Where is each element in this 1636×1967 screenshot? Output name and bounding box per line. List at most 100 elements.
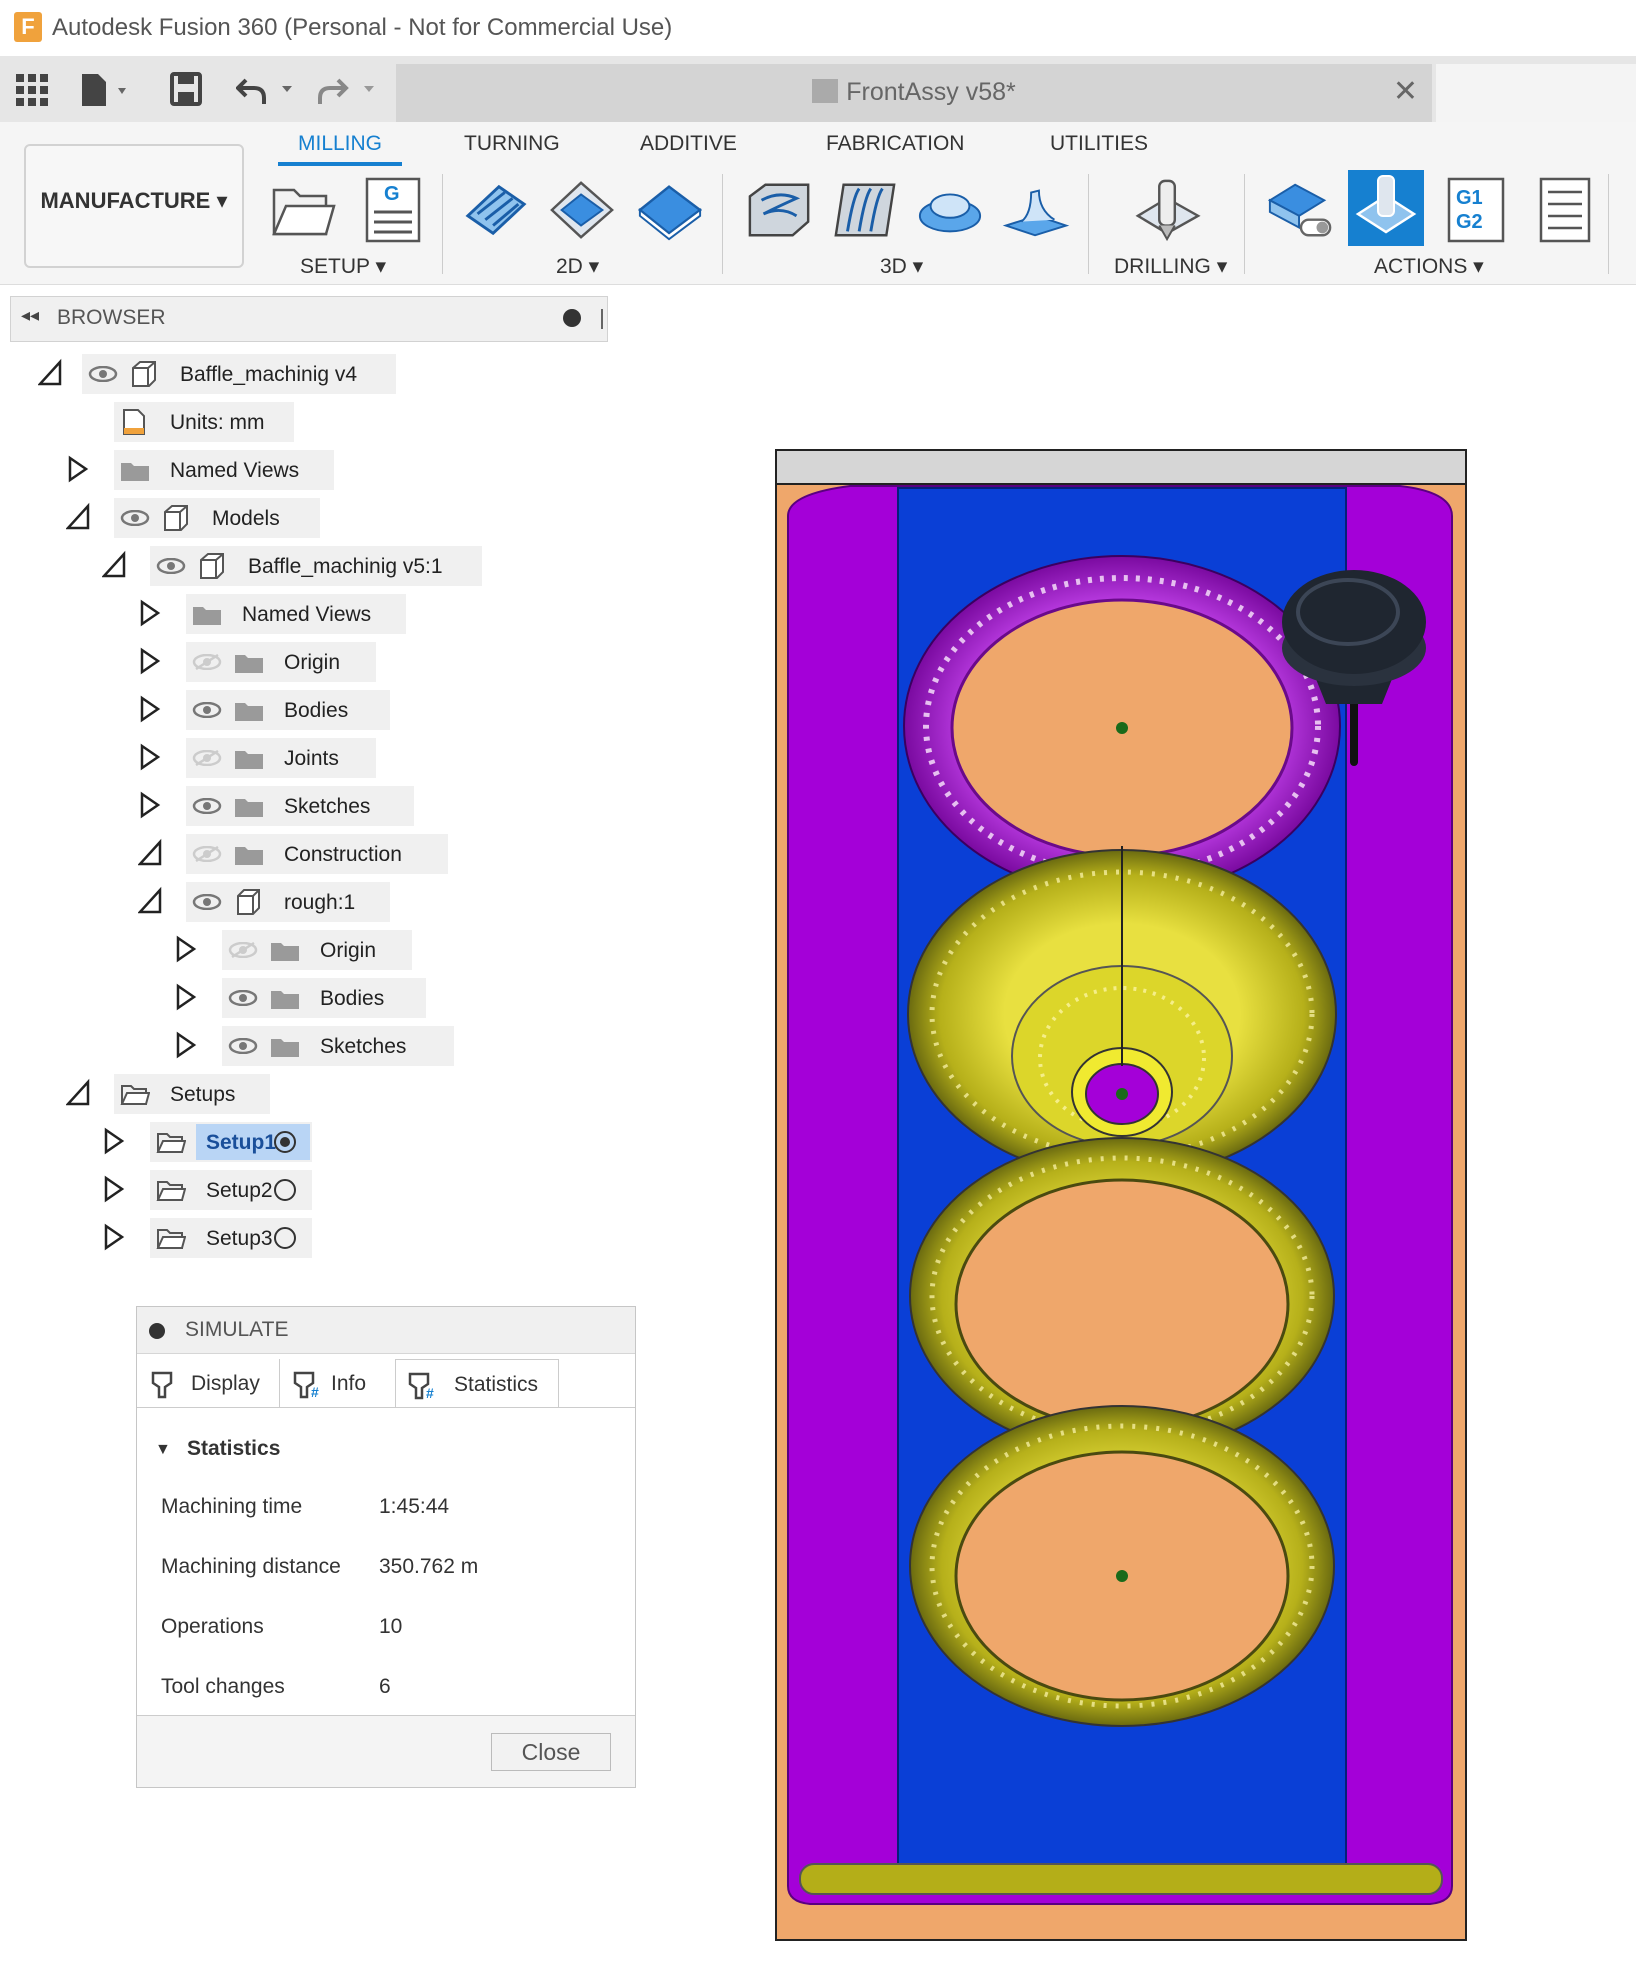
collapse-arrow-icon[interactable] (65, 1078, 90, 1108)
collapse-arrow-icon[interactable] (101, 550, 126, 580)
browser-node-named-views[interactable]: Named Views (0, 594, 640, 634)
close-tab-icon[interactable]: ✕ (1393, 74, 1418, 109)
simulate-active-button[interactable] (1348, 170, 1424, 246)
workspace-switcher[interactable]: MANUFACTURE ▾ (24, 144, 244, 268)
grid-icon[interactable] (16, 74, 48, 106)
browser-node-construction[interactable]: Construction (0, 834, 640, 874)
visibility-eye-icon[interactable] (228, 989, 258, 1007)
tab-milling[interactable]: MILLING (298, 132, 382, 156)
expand-arrow-icon[interactable] (102, 1174, 126, 1204)
tab-utilities[interactable]: UTILITIES (1050, 132, 1148, 156)
browser-node-models[interactable]: Models (0, 498, 640, 538)
browser-node-root-design[interactable]: Baffle_machinig v4 (0, 354, 640, 394)
close-button[interactable]: Close (491, 1733, 611, 1771)
browser-node-label: Named Views (242, 603, 372, 626)
3d-group-label[interactable]: 3D ▾ (880, 254, 923, 279)
tab-info[interactable]: # Info (281, 1359, 393, 1407)
folder-icon (120, 460, 150, 482)
nc-program-icon[interactable]: G (360, 176, 428, 244)
hidden-eye-icon[interactable] (192, 653, 222, 671)
expand-arrow-icon[interactable] (138, 742, 162, 772)
tab-statistics[interactable]: # Statistics (395, 1359, 559, 1407)
section-collapse-icon[interactable]: ▼ (155, 1441, 171, 1459)
actions-group-label[interactable]: ACTIONS ▾ (1374, 254, 1484, 279)
face-icon[interactable] (636, 176, 704, 244)
undo-icon[interactable] (236, 72, 300, 108)
browser-node-setups[interactable]: Setups (0, 1074, 640, 1114)
visibility-eye-icon[interactable] (192, 893, 222, 911)
browser-node-joints[interactable]: Joints (0, 738, 640, 778)
browser-node-bodies[interactable]: Bodies (0, 978, 640, 1018)
expand-arrow-icon[interactable] (174, 982, 198, 1012)
browser-node-label: Bodies (284, 699, 349, 722)
browser-node-setup2[interactable]: Setup2 (0, 1170, 640, 1210)
redo-icon[interactable] (318, 72, 382, 108)
browser-node-named-views[interactable]: Named Views (0, 450, 640, 490)
expand-arrow-icon[interactable] (138, 790, 162, 820)
expand-arrow-icon[interactable] (102, 1222, 126, 1252)
2d-pocket-icon[interactable] (548, 176, 616, 244)
browser-node-origin[interactable]: Origin (0, 642, 640, 682)
expand-arrow-icon[interactable] (138, 598, 162, 628)
visibility-eye-icon[interactable] (88, 365, 118, 383)
browser-node-setup1[interactable]: Setup1 (0, 1122, 640, 1162)
drilling-group-label[interactable]: DRILLING ▾ (1114, 254, 1227, 279)
document-tab[interactable]: FrontAssy v58* ✕ (396, 64, 1432, 122)
tab-turning[interactable]: TURNING (464, 132, 560, 156)
browser-node-origin[interactable]: Origin (0, 930, 640, 970)
save-icon[interactable] (170, 72, 202, 106)
collapse-arrow-icon[interactable] (37, 358, 62, 388)
minimize-icon[interactable] (563, 309, 581, 327)
browser-node-component-rough[interactable]: rough:1 (0, 882, 640, 922)
active-setup-radio[interactable] (274, 1131, 296, 1153)
hidden-eye-icon[interactable] (192, 845, 222, 863)
collapse-icon[interactable] (149, 1323, 165, 1339)
expand-arrow-icon[interactable] (138, 694, 162, 724)
browser-node-bodies[interactable]: Bodies (0, 690, 640, 730)
simulation-viewport[interactable] (770, 446, 1470, 1946)
g1g2-label: G1 (1456, 187, 1483, 209)
tab-fabrication[interactable]: FABRICATION (826, 132, 964, 156)
3d-adaptive-icon[interactable] (746, 176, 814, 244)
visibility-eye-icon[interactable] (120, 509, 150, 527)
post-process-icon[interactable]: G1 G2 (1442, 176, 1510, 244)
resize-handle[interactable] (601, 309, 603, 329)
2d-adaptive-icon[interactable] (462, 176, 530, 244)
new-tab-area[interactable] (1436, 64, 1636, 122)
browser-node-component-baffle-v5[interactable]: Baffle_machinig v5:1 (0, 546, 640, 586)
file-icon[interactable] (80, 72, 136, 108)
new-setup-icon[interactable] (270, 176, 338, 244)
setup-group-label[interactable]: SETUP ▾ (300, 254, 386, 279)
tab-display[interactable]: Display (137, 1359, 277, 1407)
setup-sheet-icon[interactable] (1532, 176, 1600, 244)
browser-node-sketches[interactable]: Sketches (0, 786, 640, 826)
hidden-eye-icon[interactable] (228, 941, 258, 959)
browser-node-units[interactable]: Units: mm (0, 402, 640, 442)
browser-node-sketches[interactable]: Sketches (0, 1026, 640, 1066)
drill-icon[interactable] (1134, 176, 1202, 244)
visibility-eye-icon[interactable] (228, 1037, 258, 1055)
group-separator (1608, 174, 1609, 274)
3d-contour-icon[interactable] (830, 176, 898, 244)
collapse-arrow-icon[interactable] (65, 502, 90, 532)
collapse-browser-icon[interactable]: ◂◂ (21, 305, 39, 326)
expand-arrow-icon[interactable] (174, 1030, 198, 1060)
2d-group-label[interactable]: 2D ▾ (556, 254, 599, 279)
expand-arrow-icon[interactable] (102, 1126, 126, 1156)
setup-radio[interactable] (274, 1179, 296, 1201)
3d-parallel-icon[interactable] (916, 176, 984, 244)
collapse-arrow-icon[interactable] (137, 838, 162, 868)
expand-arrow-icon[interactable] (138, 646, 162, 676)
tab-additive[interactable]: ADDITIVE (640, 132, 737, 156)
simulate-icon[interactable] (1266, 176, 1334, 244)
visibility-eye-icon[interactable] (192, 797, 222, 815)
collapse-arrow-icon[interactable] (137, 886, 162, 916)
browser-node-setup3[interactable]: Setup3 (0, 1218, 640, 1258)
setup-radio[interactable] (274, 1227, 296, 1249)
expand-arrow-icon[interactable] (66, 454, 90, 484)
visibility-eye-icon[interactable] (192, 701, 222, 719)
visibility-eye-icon[interactable] (156, 557, 186, 575)
expand-arrow-icon[interactable] (174, 934, 198, 964)
hidden-eye-icon[interactable] (192, 749, 222, 767)
3d-scallop-icon[interactable] (1002, 176, 1070, 244)
